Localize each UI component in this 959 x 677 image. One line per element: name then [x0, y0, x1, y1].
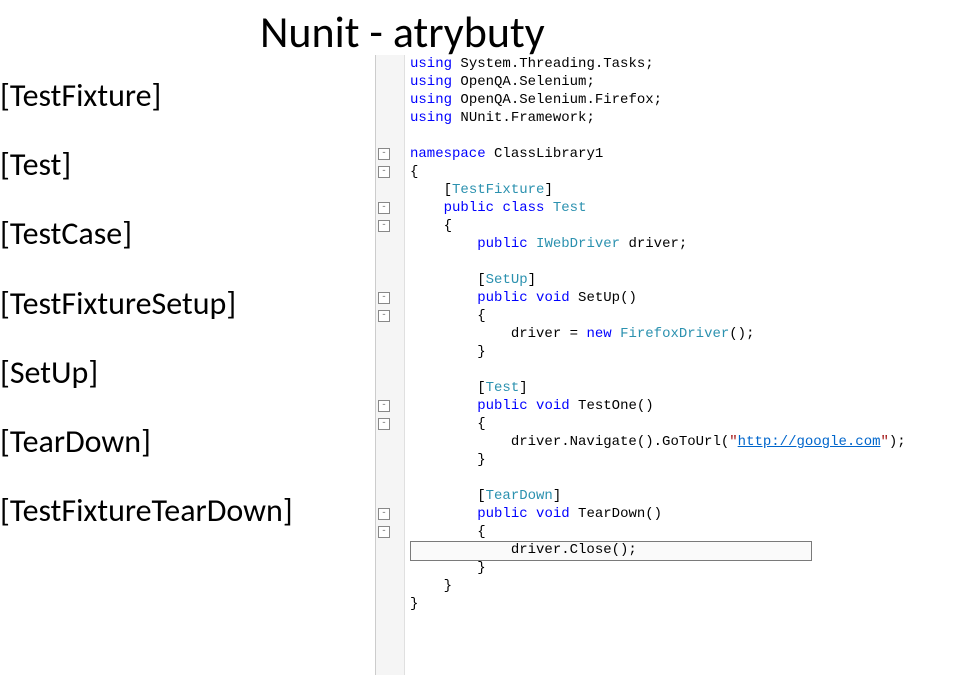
code-editor: - - - - - - - - - - using System.Threading.Tasks;… — [375, 55, 956, 675]
code-line: using NUnit.Framework; — [410, 109, 906, 127]
code-line: driver.Navigate().GoToUrl("http://google… — [410, 433, 906, 451]
code-line: driver = new FirefoxDriver(); — [410, 325, 906, 343]
code-line: { — [410, 307, 906, 325]
attr-item: [TestCase] — [0, 208, 293, 259]
attribute-list: [TestFixture] [Test] [TestCase] [TestFix… — [0, 70, 293, 554]
attr-item: [SetUp] — [0, 347, 293, 398]
code-line: driver.Close(); — [410, 541, 906, 559]
code-line: public void SetUp() — [410, 289, 906, 307]
code-line: [TestFixture] — [410, 181, 906, 199]
code-line: { — [410, 523, 906, 541]
code-line: { — [410, 217, 906, 235]
outline-collapse-icon[interactable]: - — [378, 508, 390, 520]
outline-collapse-icon[interactable]: - — [378, 418, 390, 430]
attr-item: [TestFixture] — [0, 70, 293, 121]
code-line — [410, 127, 906, 145]
code-line: using OpenQA.Selenium.Firefox; — [410, 91, 906, 109]
attr-item: [TestFixtureTearDown] — [0, 485, 293, 536]
code-line: } — [410, 451, 906, 469]
attr-item: [TearDown] — [0, 416, 293, 467]
slide-title: Nunit - atrybuty — [260, 5, 545, 59]
code-content: using System.Threading.Tasks;using OpenQ… — [410, 55, 906, 613]
outline-collapse-icon[interactable]: - — [378, 526, 390, 538]
code-line: public class Test — [410, 199, 906, 217]
attr-item: [TestFixtureSetup] — [0, 278, 293, 329]
outline-collapse-icon[interactable]: - — [378, 310, 390, 322]
code-line: [SetUp] — [410, 271, 906, 289]
outline-collapse-icon[interactable]: - — [378, 400, 390, 412]
code-line — [410, 469, 906, 487]
code-line: namespace ClassLibrary1 — [410, 145, 906, 163]
code-line: [TearDown] — [410, 487, 906, 505]
attr-item: [Test] — [0, 139, 293, 190]
code-line: } — [410, 595, 906, 613]
code-line: [Test] — [410, 379, 906, 397]
outline-collapse-icon[interactable]: - — [378, 148, 390, 160]
code-line — [410, 253, 906, 271]
code-gutter: - - - - - - - - - - — [376, 55, 405, 675]
outline-collapse-icon[interactable]: - — [378, 166, 390, 178]
code-line: { — [410, 415, 906, 433]
code-line: public void TearDown() — [410, 505, 906, 523]
outline-collapse-icon[interactable]: - — [378, 292, 390, 304]
code-line: using System.Threading.Tasks; — [410, 55, 906, 73]
code-line: public IWebDriver driver; — [410, 235, 906, 253]
code-line: { — [410, 163, 906, 181]
code-line: } — [410, 343, 906, 361]
code-line: } — [410, 577, 906, 595]
code-line — [410, 361, 906, 379]
outline-collapse-icon[interactable]: - — [378, 220, 390, 232]
code-line: public void TestOne() — [410, 397, 906, 415]
code-line: using OpenQA.Selenium; — [410, 73, 906, 91]
outline-collapse-icon[interactable]: - — [378, 202, 390, 214]
code-line: } — [410, 559, 906, 577]
